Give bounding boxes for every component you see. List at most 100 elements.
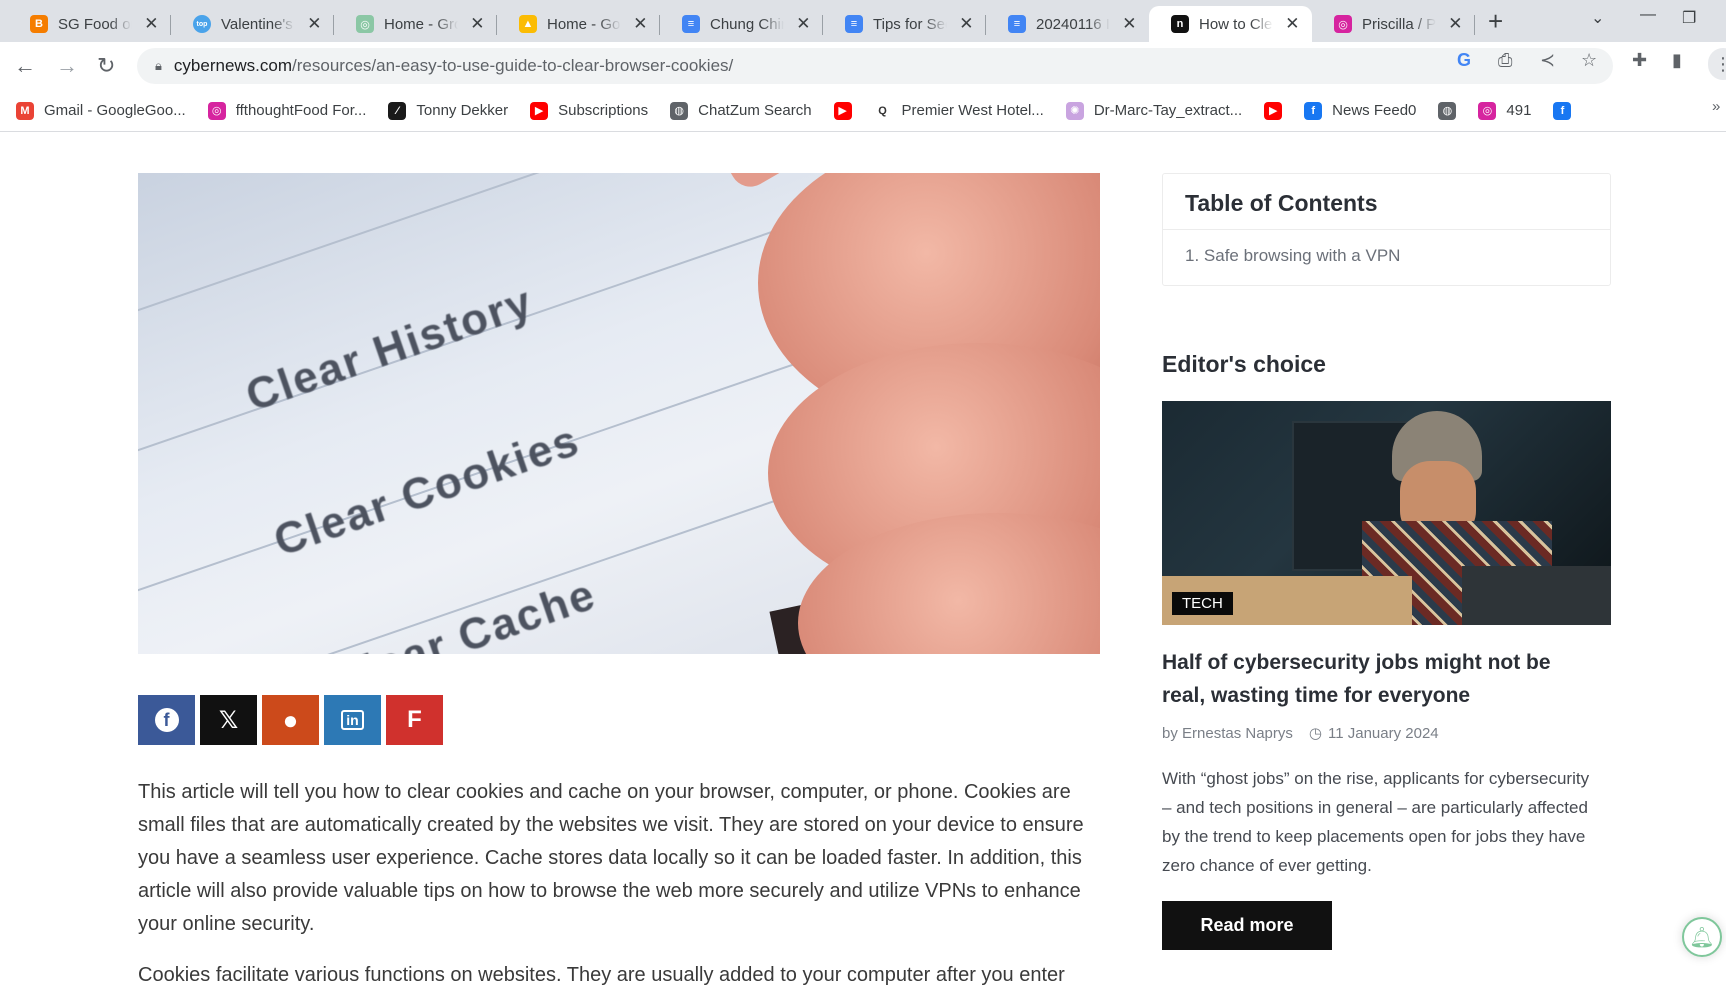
- hero-text-clear-history: Clear History: [239, 276, 540, 421]
- bookmark-item[interactable]: ▶: [833, 101, 852, 120]
- tab-4[interactable]: ▲ Home - Goo ✕: [497, 6, 660, 42]
- toc-item[interactable]: 1. Safe browsing with a VPN: [1163, 230, 1610, 282]
- bookmarks-overflow-icon[interactable]: »: [1712, 98, 1720, 115]
- bookmark-label: Subscriptions: [558, 102, 649, 119]
- tab-5[interactable]: ≡ Chung Chin ✕: [660, 6, 823, 42]
- grow-icon: ◎: [356, 15, 374, 33]
- share-icon[interactable]: ≺: [1540, 50, 1555, 71]
- tab-strip: B SG Food on ✕ top Valentine's ✕ ◎ Home - Gro ✕ ▲…: [0, 0, 1726, 42]
- new-tab-button[interactable]: +: [1488, 6, 1503, 36]
- install-app-icon[interactable]: ⎙: [1498, 50, 1512, 71]
- bookmark-item[interactable]: ◍: [1438, 101, 1457, 120]
- share-flipboard-button[interactable]: F: [386, 695, 443, 745]
- gmail-icon: M: [16, 101, 34, 120]
- browser-toolbar: ← → ↻ 🔒︎ cybernews.com/resources/an-easy…: [0, 42, 1726, 90]
- forward-button[interactable]: →: [56, 52, 78, 80]
- tab-6[interactable]: ≡ Tips for Sec ✕: [823, 6, 986, 42]
- instagram-icon: ◎: [1334, 15, 1352, 33]
- bookmark-star-icon[interactable]: ☆: [1581, 50, 1597, 71]
- share-linkedin-button[interactable]: in: [324, 695, 381, 745]
- share-x-button[interactable]: 𝕏: [200, 695, 257, 745]
- bookmark-item[interactable]: ⁄ Tonny Dekker: [388, 101, 509, 120]
- table-of-contents: Table of Contents 1. Safe browsing with …: [1162, 173, 1611, 286]
- bookmark-item[interactable]: M Gmail - GoogleGoo...: [16, 101, 186, 120]
- article-hero-image: Clear History Clear Cookies Clear Cache: [138, 173, 1100, 654]
- close-tab-icon[interactable]: ✕: [1285, 14, 1300, 34]
- bookmark-label: ffthoughtFood For...: [235, 102, 367, 119]
- url-path: /resources/an-easy-to-use-guide-to-clear…: [292, 56, 734, 75]
- tab-3[interactable]: ◎ Home - Gro ✕: [334, 6, 497, 42]
- facebook-icon: f: [154, 708, 179, 732]
- youtube-icon: ▶: [530, 101, 549, 120]
- tab-search-chevron-icon[interactable]: ⌄: [1591, 8, 1604, 28]
- youtube-icon: ▶: [833, 101, 852, 120]
- editors-choice-description: With “ghost jobs” on the rise, applicant…: [1162, 769, 1590, 875]
- read-more-button[interactable]: Read more: [1162, 901, 1332, 950]
- tab-1[interactable]: B SG Food on ✕: [8, 6, 171, 42]
- bookmark-item[interactable]: ◎ 491: [1478, 101, 1532, 120]
- facebook-icon: f: [1553, 101, 1572, 120]
- back-button[interactable]: ←: [14, 52, 36, 80]
- clock-icon: ◷: [1308, 725, 1322, 742]
- bookmark-label: Dr-Marc-Tay_extract...: [1093, 102, 1243, 119]
- chrome-menu-icon[interactable]: ⋮: [1708, 48, 1726, 80]
- reload-button[interactable]: ↻: [97, 52, 115, 80]
- tab-title: Home - Goo: [547, 15, 621, 33]
- instagram-icon: ◎: [207, 101, 226, 120]
- extensions-icon[interactable]: ✚: [1632, 50, 1647, 71]
- share-reddit-button[interactable]: ●: [262, 695, 319, 745]
- bookmarks-bar: M Gmail - GoogleGoo... ◎ ffthoughtFood For.…: [0, 90, 1726, 132]
- hero-text-clear-cookies: Clear Cookies: [267, 415, 586, 566]
- bookmark-label: 491: [1506, 102, 1532, 119]
- bookmark-item[interactable]: ✺ Dr-Marc-Tay_extract...: [1065, 101, 1243, 120]
- article-paragraph-2: Cookies facilitate various functions on …: [138, 964, 1065, 986]
- notification-bell-icon[interactable]: 🔔︎: [1682, 917, 1722, 957]
- close-tab-icon[interactable]: ✕: [470, 14, 485, 34]
- bookmark-item[interactable]: Q Premier West Hotel...: [873, 101, 1044, 120]
- lock-icon: 🔒︎: [155, 58, 162, 73]
- bookmark-item[interactable]: ▶ Subscriptions: [530, 101, 649, 120]
- bookmark-label: ChatZum Search: [698, 102, 812, 119]
- close-tab-icon[interactable]: ✕: [1448, 14, 1463, 34]
- editors-choice-title: Editor's choice: [1162, 351, 1326, 377]
- close-tab-icon[interactable]: ✕: [959, 14, 974, 34]
- editors-choice-headline[interactable]: Half of cybersecurity jobs might not be …: [1162, 646, 1582, 712]
- close-tab-icon[interactable]: ✕: [307, 14, 322, 34]
- share-facebook-button[interactable]: f: [138, 695, 195, 745]
- tab-2[interactable]: top Valentine's ✕: [171, 6, 334, 42]
- editors-choice-image[interactable]: TECH: [1162, 401, 1611, 625]
- instagram-icon: ◎: [1478, 101, 1497, 120]
- tab-title: SG Food on: [58, 15, 132, 33]
- bookmark-item[interactable]: ◎ ffthoughtFood For...: [207, 101, 367, 120]
- google-lens-icon[interactable]: G: [1457, 50, 1471, 71]
- article-paragraph-1: This article will tell you how to clear …: [138, 781, 1084, 935]
- laptop: [1462, 566, 1611, 625]
- tab-title: Valentine's: [221, 15, 293, 33]
- youtube-icon: ▶: [1264, 101, 1283, 120]
- color-wheel-icon: ✺: [1065, 101, 1084, 120]
- facebook-icon: f: [1304, 101, 1323, 120]
- author[interactable]: by Ernestas Naprys: [1162, 725, 1293, 742]
- bookmark-label: Tonny Dekker: [416, 102, 509, 119]
- tab-7[interactable]: ≡ 20240116 I ✕: [986, 6, 1149, 42]
- bookmark-item[interactable]: f: [1553, 101, 1572, 120]
- address-bar[interactable]: 🔒︎ cybernews.com/resources/an-easy-to-us…: [137, 48, 1613, 84]
- close-tab-icon[interactable]: ✕: [796, 14, 811, 34]
- bookmark-item[interactable]: ◍ ChatZum Search: [670, 101, 812, 120]
- side-panel-icon[interactable]: ▮: [1672, 50, 1682, 71]
- tonny-dekker-icon: ⁄: [388, 101, 407, 120]
- close-tab-icon[interactable]: ✕: [144, 14, 159, 34]
- tab-8[interactable]: n How to Clea ✕: [1149, 6, 1312, 42]
- minimize-button[interactable]: —: [1640, 6, 1656, 24]
- close-tab-icon[interactable]: ✕: [633, 14, 648, 34]
- bookmark-item[interactable]: f News Feed0: [1304, 101, 1416, 120]
- x-icon: 𝕏: [218, 706, 239, 734]
- publish-date: 11 January 2024: [1327, 724, 1439, 742]
- tab-title: Home - Gro: [384, 15, 458, 33]
- tab-9[interactable]: ◎ Priscilla / P ✕: [1312, 6, 1475, 42]
- bookmark-item[interactable]: ▶: [1264, 101, 1283, 120]
- restore-button[interactable]: ❐: [1682, 8, 1696, 28]
- bookmark-label: Gmail - GoogleGoo...: [44, 102, 186, 119]
- close-tab-icon[interactable]: ✕: [1122, 14, 1137, 34]
- category-tag[interactable]: TECH: [1172, 592, 1233, 615]
